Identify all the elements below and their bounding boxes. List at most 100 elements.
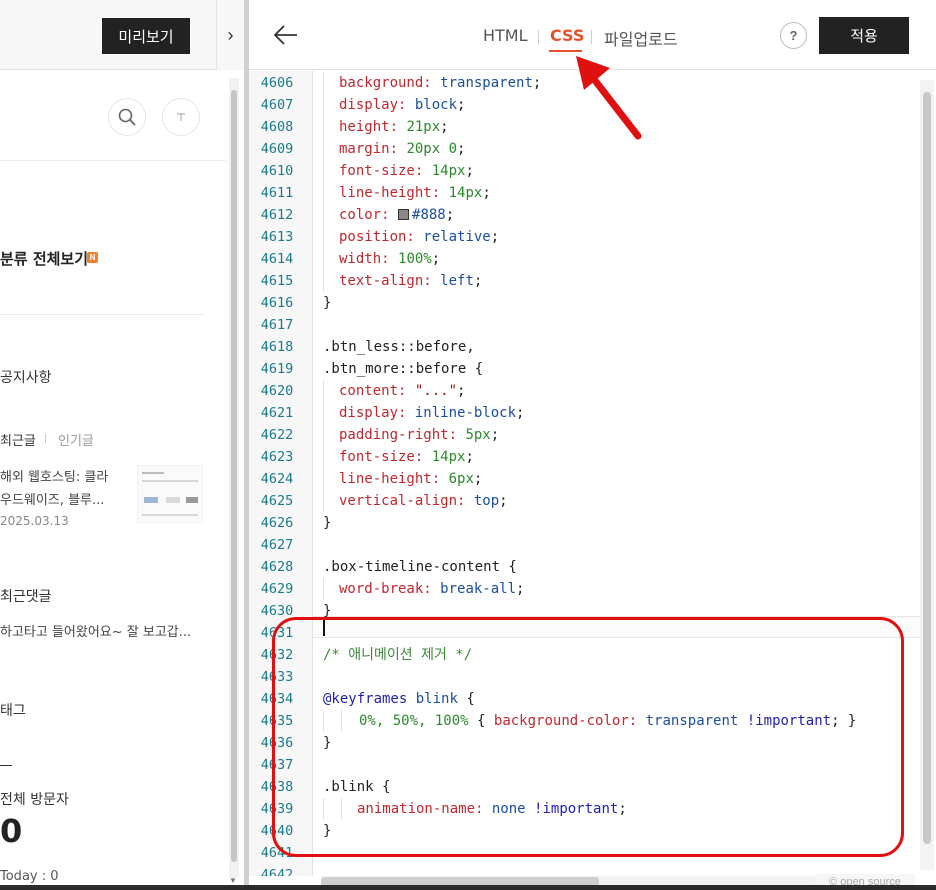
code-property: height: xyxy=(339,119,399,135)
indent-guide xyxy=(323,424,324,446)
line-number: 4642 xyxy=(260,867,294,876)
annotation-arrow-icon xyxy=(576,56,642,140)
preview-scrollbar-thumb[interactable] xyxy=(231,90,237,862)
code-punctuation: ; xyxy=(516,405,525,421)
new-badge: N xyxy=(87,252,98,263)
code-line[interactable]: background: transparent; xyxy=(339,72,541,94)
recent-post-title[interactable]: 해외 웹호스팅: 클라 xyxy=(0,466,108,485)
code-punctuation: ; xyxy=(457,97,466,113)
indent-guide xyxy=(323,182,324,204)
code-punctuation: ; xyxy=(499,493,508,509)
back-button[interactable] xyxy=(271,20,301,50)
code-value: left xyxy=(440,273,474,289)
indent-guide xyxy=(323,578,324,600)
code-punctuation: ; xyxy=(457,141,466,157)
tab-css[interactable]: CSS xyxy=(550,26,584,45)
code-line[interactable]: .btn_less::before, xyxy=(323,336,475,358)
code-property: color: xyxy=(339,207,390,223)
code-value: 5px xyxy=(465,427,491,443)
help-button[interactable]: ? xyxy=(780,22,807,49)
line-number: 4624 xyxy=(260,471,294,487)
indent-guide xyxy=(323,380,324,402)
code-property: margin: xyxy=(339,141,399,157)
code-punctuation: ; xyxy=(490,427,500,443)
indent-guide xyxy=(323,490,324,512)
code-selector: .btn_less::before, xyxy=(323,339,475,355)
recent-comment-item[interactable]: 하고타고 들어왔어요~ 잘 보고갑... xyxy=(0,621,191,640)
code-line[interactable]: line-height: 14px; xyxy=(339,182,491,204)
code-line[interactable]: content: "..."; xyxy=(339,380,465,402)
code-property: width: xyxy=(339,251,390,267)
code-line[interactable]: width: 100%; xyxy=(339,248,440,270)
indent-guide xyxy=(323,248,324,270)
code-punctuation: ; xyxy=(482,185,491,201)
code-line[interactable]: padding-right: 5px; xyxy=(339,424,499,446)
code-line[interactable]: line-height: 6px; xyxy=(339,468,482,490)
preview-panel: 미리보기 › 분류 전체보기 N 공지사항 최근글 인기글 해외 웹호스팅: 클… xyxy=(0,0,244,890)
code-property: position: xyxy=(339,229,415,245)
divider xyxy=(0,160,226,161)
code-line[interactable]: color: #888; xyxy=(339,204,454,226)
recent-post-thumbnail[interactable] xyxy=(137,465,203,523)
code-property: font-size: xyxy=(339,449,424,465)
code-value: 14px xyxy=(431,449,466,465)
collapse-panel-button[interactable]: › xyxy=(216,0,244,70)
line-number: 4615 xyxy=(260,273,294,289)
tab-recent-posts[interactable]: 최근글 xyxy=(0,430,36,449)
indent-guide xyxy=(323,94,324,116)
line-number: 4622 xyxy=(260,427,294,443)
line-number: 4612 xyxy=(260,207,294,223)
tab-html[interactable]: HTML xyxy=(483,26,528,45)
blog-search-button[interactable] xyxy=(108,98,146,136)
code-line[interactable]: display: inline-block; xyxy=(339,402,524,424)
code-value: block xyxy=(414,97,458,113)
line-number: 4620 xyxy=(260,383,294,399)
preview-toolbar: 미리보기 › xyxy=(0,0,244,70)
code-line[interactable]: .btn_more::before { xyxy=(323,358,483,380)
line-number: 4629 xyxy=(260,581,294,597)
code-line[interactable]: font-size: 14px; xyxy=(339,446,474,468)
scroll-down-icon[interactable]: ▼ xyxy=(229,876,237,885)
preview-button[interactable]: 미리보기 xyxy=(102,18,190,54)
code-property: padding-right: xyxy=(339,427,458,443)
code-line[interactable]: .box-timeline-content { xyxy=(323,556,517,578)
indent-guide xyxy=(323,116,324,138)
code-line[interactable]: position: relative; xyxy=(339,226,499,248)
apply-button[interactable]: 적용 xyxy=(819,17,909,54)
code-line[interactable]: display: block; xyxy=(339,94,465,116)
notice-link[interactable]: 공지사항 xyxy=(0,367,52,387)
color-swatch-icon[interactable] xyxy=(398,209,410,220)
taskbar-strip xyxy=(0,885,936,890)
code-selector: .box-timeline-content { xyxy=(323,559,517,575)
arrow-left-icon xyxy=(273,25,297,45)
font-size-button[interactable] xyxy=(162,98,200,136)
tab-popular-posts[interactable]: 인기글 xyxy=(58,430,94,449)
code-value: #888 xyxy=(412,207,446,223)
recent-post-title-cont[interactable]: 우드웨이즈, 블루... xyxy=(0,489,104,508)
code-line[interactable]: height: 21px; xyxy=(339,116,449,138)
code-selector: } xyxy=(323,515,332,531)
category-all-link[interactable]: 분류 전체보기 xyxy=(0,248,88,269)
code-property: content: xyxy=(339,383,407,399)
code-line[interactable]: word-break: break-all; xyxy=(339,578,524,600)
code-line[interactable]: } xyxy=(323,292,331,314)
line-number: 4627 xyxy=(260,537,294,553)
line-number: 4608 xyxy=(260,119,294,135)
code-line[interactable]: font-size: 14px; xyxy=(339,160,474,182)
code-property: display: xyxy=(339,97,407,113)
line-number: 4607 xyxy=(260,97,294,113)
line-number: 4625 xyxy=(260,493,294,509)
code-line[interactable]: margin: 20px 0; xyxy=(339,138,465,160)
visitors-label: 전체 방문자 xyxy=(0,792,69,808)
editor-vertical-scrollbar-thumb[interactable] xyxy=(923,92,931,844)
code-value: 14px xyxy=(431,163,466,179)
code-line[interactable]: text-align: left; xyxy=(339,270,482,292)
line-number: 4619 xyxy=(260,361,294,377)
line-number: 4621 xyxy=(260,405,294,421)
code-line[interactable]: vertical-align: top; xyxy=(339,490,508,512)
code-line[interactable]: } xyxy=(323,512,331,534)
code-property: display: xyxy=(339,405,407,421)
line-number: 4626 xyxy=(260,515,294,531)
tab-file-upload[interactable]: 파일업로드 xyxy=(604,26,678,50)
code-punctuation: ; xyxy=(440,119,449,135)
